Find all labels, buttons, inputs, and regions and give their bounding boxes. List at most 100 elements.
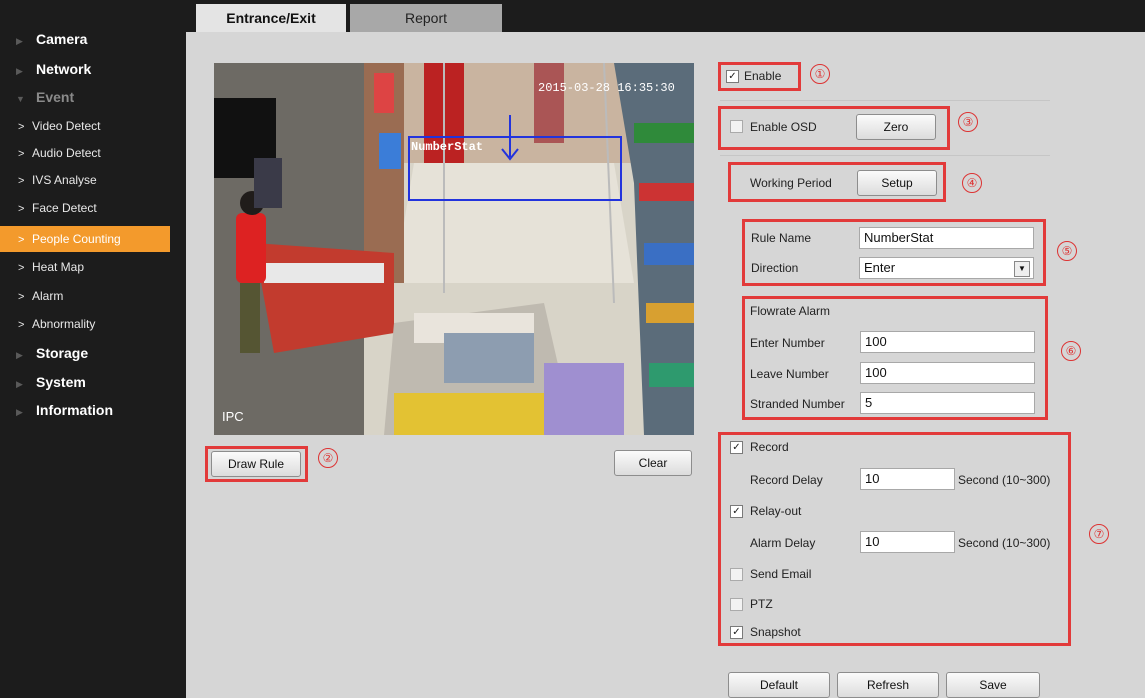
nav-abnormality[interactable]: > Abnormality xyxy=(18,311,186,337)
direction-value: Enter xyxy=(864,260,896,275)
annotation-6: ⑥ xyxy=(1061,341,1081,361)
relay-out-label: Relay-out xyxy=(750,504,802,518)
relay-out-checkbox[interactable]: ✓ xyxy=(730,505,743,518)
enable-checkbox[interactable]: ✓ xyxy=(726,70,739,83)
nav-face-detect[interactable]: > Face Detect xyxy=(18,195,186,221)
nav-heat-map-label: Heat Map xyxy=(32,260,85,274)
chevron-right-icon: > xyxy=(18,175,25,187)
send-email-checkbox[interactable] xyxy=(730,568,743,581)
send-email-label: Send Email xyxy=(750,567,812,581)
video-preview[interactable]: 2015-03-28 16:35:30 NumberStat IPC xyxy=(214,63,694,435)
annotation-7: ⑦ xyxy=(1089,524,1109,544)
nav-event-label: Event xyxy=(36,89,75,105)
tab-bar: Entrance/Exit Report xyxy=(186,0,1145,32)
nav-information[interactable]: ▶ Information xyxy=(16,399,113,421)
nav-video-detect-label: Video Detect xyxy=(32,119,101,133)
annotation-5: ⑤ xyxy=(1057,241,1077,261)
nav-audio-detect[interactable]: > Audio Detect xyxy=(18,140,186,166)
expand-arrow-icon: ▶ xyxy=(16,379,23,389)
clear-button[interactable]: Clear xyxy=(614,450,692,476)
stranded-number-input[interactable]: 5 xyxy=(860,392,1035,414)
rule-name-label: Rule Name xyxy=(751,231,812,245)
dropdown-arrow-icon[interactable]: ▼ xyxy=(1014,261,1030,277)
annotation-2: ② xyxy=(318,448,338,468)
record-checkbox[interactable]: ✓ xyxy=(730,441,743,454)
direction-label: Direction xyxy=(751,261,799,275)
ptz-label: PTZ xyxy=(750,597,773,611)
nav-video-detect[interactable]: > Video Detect xyxy=(18,113,186,139)
nav-system[interactable]: ▶ System xyxy=(16,371,86,393)
nav-storage[interactable]: ▶ Storage xyxy=(16,342,88,364)
nav-network-label: Network xyxy=(36,61,92,77)
enable-label: Enable xyxy=(744,69,782,83)
stranded-number-label: Stranded Number xyxy=(750,397,845,411)
chevron-right-icon: > xyxy=(18,121,25,133)
alarm-delay-unit: Second (10~300) xyxy=(958,536,1051,550)
camera-scene xyxy=(214,63,694,435)
enter-number-input[interactable]: 100 xyxy=(860,331,1035,353)
divider xyxy=(720,155,1050,156)
nav-event[interactable]: ▼ Event xyxy=(16,86,74,108)
zero-button[interactable]: Zero xyxy=(856,114,936,140)
enable-osd-label: Enable OSD xyxy=(750,120,817,134)
expand-arrow-icon: ▶ xyxy=(16,66,23,76)
record-delay-label: Record Delay xyxy=(750,473,823,487)
nav-face-detect-label: Face Detect xyxy=(32,201,97,215)
expand-arrow-icon: ▶ xyxy=(16,407,23,417)
leave-number-label: Leave Number xyxy=(750,367,829,381)
nav-abnormality-label: Abnormality xyxy=(32,317,96,331)
enter-number-label: Enter Number xyxy=(750,336,825,350)
nav-camera-label: Camera xyxy=(36,31,88,47)
chevron-right-icon: > xyxy=(18,291,25,303)
chevron-right-icon: > xyxy=(18,234,25,246)
enable-osd-checkbox[interactable] xyxy=(730,120,743,133)
chevron-right-icon: > xyxy=(18,262,25,274)
nav-system-label: System xyxy=(36,374,86,390)
nav-heat-map[interactable]: > Heat Map xyxy=(18,254,186,280)
setup-button[interactable]: Setup xyxy=(857,170,937,196)
tab-entrance-exit[interactable]: Entrance/Exit xyxy=(196,4,346,32)
nav-ivs-analyse-label: IVS Analyse xyxy=(32,173,97,187)
leave-number-input[interactable]: 100 xyxy=(860,362,1035,384)
save-button[interactable]: Save xyxy=(946,672,1040,698)
expand-arrow-icon: ▶ xyxy=(16,350,23,360)
nav-alarm[interactable]: > Alarm xyxy=(18,283,186,309)
nav-people-counting-label: People Counting xyxy=(32,232,121,246)
video-timestamp: 2015-03-28 16:35:30 xyxy=(538,81,675,95)
sidebar: ▶ Camera ▶ Network ▼ Event > Video Detect > A… xyxy=(0,0,186,698)
alarm-delay-label: Alarm Delay xyxy=(750,536,816,550)
record-delay-unit: Second (10~300) xyxy=(958,473,1051,487)
collapse-arrow-icon: ▼ xyxy=(16,94,25,104)
draw-rule-button[interactable]: Draw Rule xyxy=(211,451,301,477)
rule-label: NumberStat xyxy=(411,140,484,154)
expand-arrow-icon: ▶ xyxy=(16,36,23,46)
record-label: Record xyxy=(750,440,789,454)
rule-name-input[interactable]: NumberStat xyxy=(859,227,1034,249)
chevron-right-icon: > xyxy=(18,203,25,215)
nav-people-counting[interactable]: > People Counting xyxy=(0,226,170,252)
nav-audio-detect-label: Audio Detect xyxy=(32,146,101,160)
ptz-checkbox[interactable] xyxy=(730,598,743,611)
nav-camera[interactable]: ▶ Camera xyxy=(16,28,87,50)
direction-select[interactable]: Enter ▼ xyxy=(859,257,1034,279)
channel-label: IPC xyxy=(222,409,244,424)
alarm-delay-input[interactable]: 10 xyxy=(860,531,955,553)
chevron-right-icon: > xyxy=(18,319,25,331)
default-button[interactable]: Default xyxy=(728,672,830,698)
refresh-button[interactable]: Refresh xyxy=(837,672,939,698)
divider xyxy=(720,100,1050,101)
annotation-3: ③ xyxy=(958,112,978,132)
snapshot-label: Snapshot xyxy=(750,625,801,639)
nav-network[interactable]: ▶ Network xyxy=(16,58,91,80)
snapshot-checkbox[interactable]: ✓ xyxy=(730,626,743,639)
nav-information-label: Information xyxy=(36,402,113,418)
nav-alarm-label: Alarm xyxy=(32,289,64,303)
annotation-1: ① xyxy=(810,64,830,84)
nav-ivs-analyse[interactable]: > IVS Analyse xyxy=(18,167,186,193)
nav-storage-label: Storage xyxy=(36,345,89,361)
flowrate-alarm-label: Flowrate Alarm xyxy=(750,304,831,318)
working-period-label: Working Period xyxy=(750,176,832,190)
chevron-right-icon: > xyxy=(18,148,25,160)
tab-report[interactable]: Report xyxy=(350,4,502,32)
record-delay-input[interactable]: 10 xyxy=(860,468,955,490)
